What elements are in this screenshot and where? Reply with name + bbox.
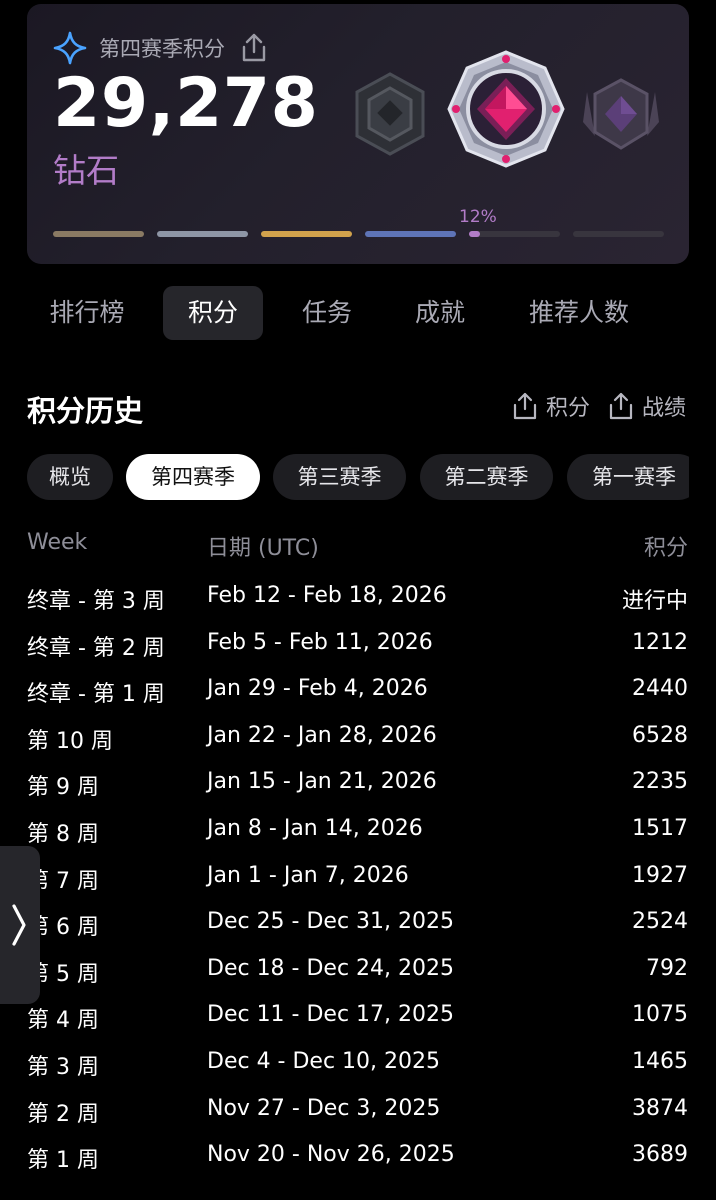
week-cell: 第 3 周 (27, 1054, 99, 1080)
date-cell: Dec 4 - Dec 10, 2025 (207, 1048, 441, 1074)
season-card-header: 第四赛季积分 (53, 31, 269, 65)
tab-2[interactable]: 任务 (277, 286, 377, 340)
rank-name: 钻石 (53, 151, 119, 190)
date-cell: Jan 29 - Feb 4, 2026 (207, 676, 428, 702)
points-cell: 1212 (632, 629, 688, 655)
season-chip-0[interactable]: 概览 (27, 454, 113, 500)
season-points-label: 第四赛季积分 (99, 37, 225, 61)
export-points-button[interactable]: 积分 (512, 390, 590, 422)
table-row: 第 1 周 Nov 20 - Nov 26, 2025 3689 (0, 1134, 716, 1181)
app-root: 第四赛季积分 29,278 钻石 12% 排行榜 积分 任务 成就 推荐人数 积… (0, 0, 716, 1200)
tier-bar-fill (469, 231, 480, 237)
season-score: 29,278 (53, 64, 319, 143)
tier-bar (469, 231, 560, 237)
tier-progress-label: 12% (459, 207, 497, 227)
table-row: 第 5 周 Dec 18 - Dec 24, 2025 792 (0, 948, 716, 995)
points-cell: 1927 (632, 862, 688, 888)
date-cell: Jan 22 - Jan 28, 2026 (207, 722, 437, 748)
week-cell: 第 4 周 (27, 1008, 99, 1034)
table-row: 第 8 周 Jan 8 - Jan 14, 2026 1517 (0, 808, 716, 855)
points-cell: 792 (646, 955, 688, 981)
tier-progress-bars (53, 231, 664, 237)
points-cell: 1075 (632, 1002, 688, 1028)
date-cell: Nov 20 - Nov 26, 2025 (207, 1142, 455, 1168)
week-cell: 终章 - 第 3 周 (27, 589, 165, 614)
export-record-button[interactable]: 战绩 (608, 390, 686, 422)
tier-bar (365, 231, 456, 237)
export-record-label: 战绩 (642, 396, 687, 421)
tab-4[interactable]: 推荐人数 (506, 286, 652, 340)
table-row: 终章 - 第 3 周 Feb 12 - Feb 18, 2026 进行中 (0, 575, 716, 622)
date-cell: Jan 8 - Jan 14, 2026 (207, 815, 423, 841)
table-row: 终章 - 第 2 周 Feb 5 - Feb 11, 2026 1212 (0, 622, 716, 669)
season-chip-2[interactable]: 第三赛季 (273, 454, 406, 500)
upload-icon (513, 392, 537, 420)
week-cell: 第 8 周 (27, 821, 99, 847)
table-row: 第 10 周 Jan 22 - Jan 28, 2026 6528 (0, 715, 716, 762)
season-chip-3[interactable]: 第二赛季 (420, 454, 553, 500)
week-cell: 第 9 周 (27, 775, 99, 801)
points-cell: 3874 (632, 1095, 688, 1121)
next-tier-badge-icon (581, 72, 661, 158)
points-cell: 2440 (632, 676, 688, 702)
share-icon[interactable] (239, 32, 269, 64)
date-cell: Feb 12 - Feb 18, 2026 (207, 583, 447, 608)
points-cell: 2524 (632, 909, 688, 935)
table-row: 终章 - 第 1 周 Jan 29 - Feb 4, 2026 2440 (0, 668, 716, 715)
main-tabs: 排行榜 积分 任务 成就 推荐人数 (0, 286, 716, 340)
table-row: 第 9 周 Jan 15 - Jan 21, 2026 2235 (0, 761, 716, 808)
upload-icon (609, 392, 633, 420)
season-chip-1[interactable]: 第四赛季 (126, 454, 260, 500)
week-cell: 第 1 周 (27, 1148, 99, 1174)
previous-tier-badge-icon (349, 70, 431, 158)
date-cell: Dec 11 - Dec 17, 2025 (207, 1002, 455, 1028)
side-panel-handle[interactable] (0, 846, 40, 1004)
date-cell: Dec 25 - Dec 31, 2025 (207, 909, 455, 935)
chevron-right-icon (12, 904, 26, 946)
gem-badge-icon (445, 48, 567, 170)
season-chip-4[interactable]: 第一赛季 (567, 454, 689, 500)
tab-1[interactable]: 积分 (163, 286, 263, 340)
points-cell: 进行中 (621, 589, 688, 614)
week-cell: 第 2 周 (27, 1101, 99, 1127)
history-title: 积分历史 (27, 394, 144, 428)
table-row: 第 7 周 Jan 1 - Jan 7, 2026 1927 (0, 855, 716, 902)
column-header-week: Week (27, 530, 88, 555)
tier-bar (261, 231, 352, 237)
week-cell: 终章 - 第 1 周 (27, 682, 165, 708)
tab-3[interactable]: 成就 (390, 286, 490, 340)
season-filter-chips: 概览 第四赛季 第三赛季 第二赛季 第一赛季 (27, 454, 689, 500)
points-cell: 1517 (632, 815, 688, 841)
export-points-label: 积分 (546, 396, 591, 421)
date-cell: Dec 18 - Dec 24, 2025 (207, 955, 455, 981)
points-cell: 6528 (632, 722, 688, 748)
tab-0[interactable]: 排行榜 (27, 286, 147, 340)
tier-bar (573, 231, 664, 237)
tier-bar (53, 231, 144, 237)
date-cell: Feb 5 - Feb 11, 2026 (207, 629, 433, 655)
points-cell: 1465 (632, 1048, 688, 1074)
table-row: 第 3 周 Dec 4 - Dec 10, 2025 1465 (0, 1041, 716, 1088)
season-card: 第四赛季积分 29,278 钻石 12% (27, 4, 689, 264)
date-cell: Jan 1 - Jan 7, 2026 (207, 862, 409, 888)
column-header-points: 积分 (643, 536, 688, 561)
table-row: 第 2 周 Nov 27 - Dec 3, 2025 3874 (0, 1088, 716, 1135)
week-cell: 第 10 周 (27, 728, 113, 754)
points-history-table: 终章 - 第 3 周 Feb 12 - Feb 18, 2026 进行中 终章 - 第… (0, 575, 716, 1181)
date-cell: Jan 15 - Jan 21, 2026 (207, 769, 437, 795)
points-cell: 3689 (632, 1142, 688, 1168)
points-cell: 2235 (632, 769, 688, 795)
week-cell: 终章 - 第 2 周 (27, 635, 165, 661)
column-header-date: 日期 (UTC) (207, 536, 319, 561)
date-cell: Nov 27 - Dec 3, 2025 (207, 1095, 441, 1121)
table-row: 第 4 周 Dec 11 - Dec 17, 2025 1075 (0, 994, 716, 1041)
sparkle-star-icon (53, 31, 87, 65)
tier-bar (157, 231, 248, 237)
table-row: 第 6 周 Dec 25 - Dec 31, 2025 2524 (0, 901, 716, 948)
